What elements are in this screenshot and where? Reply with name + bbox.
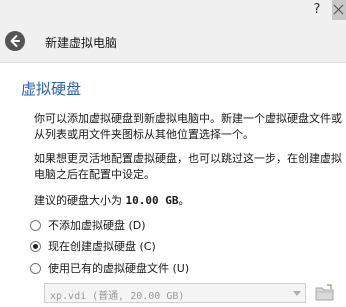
close-icon[interactable] bbox=[332, 0, 346, 20]
size-value: 10.00 GB bbox=[125, 194, 179, 207]
radio-create-disk[interactable] bbox=[30, 240, 41, 252]
existing-disk-select[interactable]: xp.vdi (普通, 20.00 GB) bbox=[44, 283, 306, 303]
title-bar: ? bbox=[0, 0, 346, 22]
chevron-down-icon bbox=[293, 291, 301, 296]
back-button[interactable] bbox=[5, 31, 25, 51]
option-no-disk-label: 不添加虚拟硬盘 (D) bbox=[48, 219, 146, 232]
choose-file-button[interactable] bbox=[314, 283, 336, 303]
skip-hint-text: 如果想更灵活地配置虚拟硬盘，也可以跳过这一步，在创建虚拟电脑之后在配置中设定。 bbox=[34, 152, 342, 181]
wizard-window: ? 新建虚拟电脑 虚拟硬盘 你可以添加虚拟硬盘到新虚拟电脑中。新建一个虚拟硬盘文… bbox=[0, 0, 346, 307]
recommended-size: 建议的硬盘大小为 10.00 GB。 bbox=[34, 192, 189, 208]
description-text: 你可以添加虚拟硬盘到新虚拟电脑中。新建一个虚拟硬盘文件或从列表或用文件夹图标从其… bbox=[34, 112, 342, 141]
size-suffix: 。 bbox=[178, 194, 190, 207]
option-existing-disk-label: 使用已有的虚拟硬盘文件 (U) bbox=[48, 262, 190, 275]
folder-icon bbox=[315, 284, 334, 301]
option-no-disk[interactable]: 不添加虚拟硬盘 (D) bbox=[30, 217, 146, 233]
back-arrow-icon bbox=[10, 35, 20, 47]
radio-existing-disk[interactable] bbox=[30, 262, 41, 274]
size-prefix: 建议的硬盘大小为 bbox=[34, 194, 122, 207]
option-create-disk-label: 现在创建虚拟硬盘 (C) bbox=[48, 240, 156, 253]
page-title: 虚拟硬盘 bbox=[21, 80, 82, 98]
wizard-header: 新建虚拟电脑 bbox=[0, 22, 346, 63]
option-create-disk[interactable]: 现在创建虚拟硬盘 (C) bbox=[30, 238, 156, 254]
wizard-title: 新建虚拟电脑 bbox=[45, 36, 118, 50]
option-existing-disk[interactable]: 使用已有的虚拟硬盘文件 (U) bbox=[30, 260, 189, 276]
help-button[interactable]: ? bbox=[306, 0, 328, 20]
radio-no-disk[interactable] bbox=[30, 219, 41, 231]
existing-disk-value: xp.vdi (普通, 20.00 GB) bbox=[50, 291, 185, 302]
